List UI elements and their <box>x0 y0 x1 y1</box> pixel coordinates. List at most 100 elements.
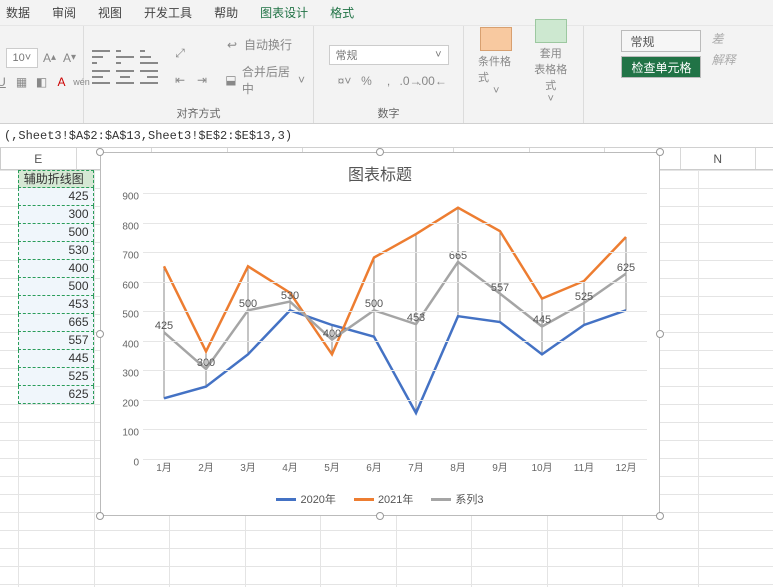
comma-icon[interactable]: , <box>381 73 397 89</box>
cell-style-explain[interactable]: 解释 <box>707 51 735 68</box>
indent-decrease-icon[interactable]: ⇤ <box>172 72 188 88</box>
ecol-header[interactable]: 辅助折线图 <box>18 170 94 188</box>
chart-plot-area[interactable]: 0100200300400500600700800900 42530050053… <box>143 193 647 457</box>
xtick-9: 10月 <box>521 459 563 475</box>
ecol-cell-7[interactable]: 665 <box>18 314 94 332</box>
ecol-cell-2[interactable]: 500 <box>18 224 94 242</box>
menu-item-2[interactable]: 视图 <box>98 4 122 21</box>
ecol-cell-0[interactable]: 425 <box>18 188 94 206</box>
increase-decimal-icon[interactable]: .0→ <box>403 73 419 89</box>
align-top-icon[interactable] <box>92 50 110 64</box>
ecol-cell-8[interactable]: 557 <box>18 332 94 350</box>
xtick-2: 3月 <box>227 459 269 475</box>
align-left-icon[interactable] <box>92 70 110 84</box>
menu-item-3[interactable]: 开发工具 <box>144 4 192 21</box>
x-axis-ticks: 1月2月3月4月5月6月7月8月9月10月11月12月 <box>143 459 647 475</box>
xtick-1: 2月 <box>185 459 227 475</box>
menu-item-0[interactable]: 数据 <box>6 4 30 21</box>
ytick-800: 800 <box>122 221 139 232</box>
column-e-selection[interactable]: 辅助折线图42530050053040050045366555744552562… <box>18 170 94 404</box>
ribbon-group-styles-buttons: 条件格式˅ 套用 表格格式˅ <box>464 26 584 123</box>
font-size-value: 10 <box>13 52 25 64</box>
align-center-icon[interactable] <box>116 70 134 84</box>
ecol-cell-5[interactable]: 500 <box>18 278 94 296</box>
vertical-align[interactable] <box>92 50 158 84</box>
align-middle-icon[interactable] <box>116 50 134 64</box>
chart-title[interactable]: 图表标题 <box>101 153 659 189</box>
chart-handle-br[interactable] <box>656 512 664 520</box>
chart-handle-bl[interactable] <box>96 512 104 520</box>
chart-object[interactable]: 图表标题 0100200300400500600700800900 425300… <box>100 152 660 516</box>
number-format-dropdown[interactable]: 常规˅ <box>329 45 449 65</box>
legend-label-2: 系列3 <box>455 491 483 507</box>
fill-icon[interactable]: ◧ <box>34 74 50 90</box>
ecol-cell-1[interactable]: 300 <box>18 206 94 224</box>
ecol-cell-3[interactable]: 530 <box>18 242 94 260</box>
currency-icon[interactable]: ¤˅ <box>337 73 353 89</box>
xtick-6: 7月 <box>395 459 437 475</box>
legend-label-0: 2020年 <box>300 491 335 507</box>
menu-bar: 数据 审阅 视图 开发工具 帮助 图表设计 格式 <box>0 0 773 26</box>
chart-data-labels: 425300500530400500453665557445525625 <box>143 193 647 457</box>
merge-icon: ⬓ <box>224 72 238 88</box>
ytick-200: 200 <box>122 398 139 409</box>
menu-item-4[interactable]: 帮助 <box>214 4 238 21</box>
ecol-cell-11[interactable]: 625 <box>18 386 94 404</box>
xtick-3: 4月 <box>269 459 311 475</box>
cell-style-check-label: 检查单元格 <box>631 59 691 76</box>
percent-icon[interactable]: % <box>359 73 375 89</box>
legend-item-2[interactable]: 系列3 <box>431 491 483 507</box>
table-format-button[interactable]: 套用 表格格式˅ <box>527 17 576 107</box>
chart-handle-t[interactable] <box>376 148 384 156</box>
font-color-icon[interactable]: A <box>54 74 70 90</box>
legend-item-0[interactable]: 2020年 <box>276 491 335 507</box>
ytick-900: 900 <box>122 192 139 203</box>
decrease-decimal-icon[interactable]: .00← <box>425 73 441 89</box>
menu-item-5[interactable]: 图表设计 <box>260 4 308 21</box>
chart-handle-r[interactable] <box>656 330 664 338</box>
cell-style-normal[interactable]: 常规 <box>621 30 701 52</box>
align-bottom-icon[interactable] <box>140 50 158 64</box>
datalabel-11: 625 <box>617 262 635 274</box>
ecol-cell-4[interactable]: 400 <box>18 260 94 278</box>
font-size-box[interactable]: 10 ˅ <box>6 48 38 68</box>
decrease-font-icon[interactable]: A▾ <box>62 50 78 66</box>
col-header-N[interactable]: N <box>681 148 757 169</box>
col-header-E[interactable]: E <box>1 148 77 169</box>
cell-style-check[interactable]: 检查单元格 <box>621 56 701 78</box>
menu-item-1[interactable]: 审阅 <box>52 4 76 21</box>
menu-item-6[interactable]: 格式 <box>330 4 354 21</box>
datalabel-5: 500 <box>365 298 383 310</box>
merge-center-button[interactable]: ⬓合并后居中 ˅ <box>224 63 305 97</box>
formula-bar[interactable]: (,Sheet3!$A$2:$A$13,Sheet3!$E$2:$E$13,3) <box>0 124 773 148</box>
border-icon[interactable]: ▦ <box>14 74 30 90</box>
datalabel-6: 453 <box>407 312 425 324</box>
chart-handle-tr[interactable] <box>656 148 664 156</box>
conditional-format-label: 条件格式 <box>478 53 515 85</box>
conditional-format-icon <box>480 27 512 51</box>
xtick-11: 12月 <box>605 459 647 475</box>
chart-handle-l[interactable] <box>96 330 104 338</box>
ecol-cell-10[interactable]: 525 <box>18 368 94 386</box>
underline-icon[interactable]: U <box>0 74 10 90</box>
indent-increase-icon[interactable]: ⇥ <box>194 72 210 88</box>
increase-font-icon[interactable]: A▴ <box>42 50 58 66</box>
ytick-100: 100 <box>122 428 139 439</box>
legend-item-1[interactable]: 2021年 <box>354 491 413 507</box>
orientation-icon[interactable]: ⤢ <box>172 46 188 62</box>
ecol-cell-9[interactable]: 445 <box>18 350 94 368</box>
legend-label-1: 2021年 <box>378 491 413 507</box>
legend-swatch-2 <box>431 498 451 501</box>
xtick-7: 8月 <box>437 459 479 475</box>
ecol-cell-6[interactable]: 453 <box>18 296 94 314</box>
chart-legend[interactable]: 2020年 2021年 系列3 <box>101 489 659 509</box>
conditional-format-button[interactable]: 条件格式˅ <box>472 25 521 99</box>
cell-style-bad[interactable]: 差 <box>707 30 723 47</box>
ytick-600: 600 <box>122 280 139 291</box>
col-header-O[interactable]: O <box>756 148 773 169</box>
align-right-icon[interactable] <box>140 70 158 84</box>
align-group-label: 对齐方式 <box>177 103 221 121</box>
chart-handle-tl[interactable] <box>96 148 104 156</box>
wrap-text-button[interactable]: ↩自动换行 <box>224 36 305 53</box>
chart-handle-b[interactable] <box>376 512 384 520</box>
